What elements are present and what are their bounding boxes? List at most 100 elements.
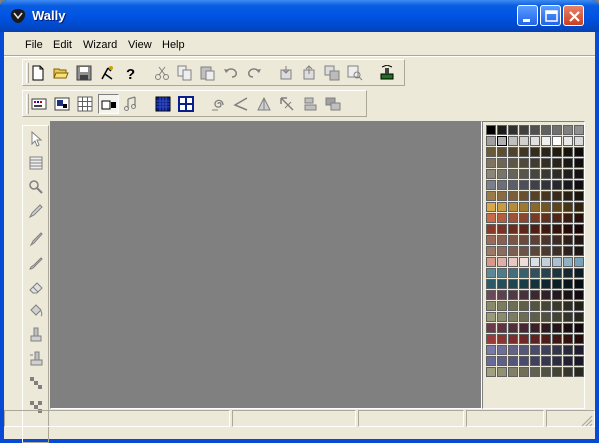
brush-tool-button[interactable] [26,253,46,273]
palette-swatch[interactable] [552,246,562,256]
palette-swatch[interactable] [563,202,573,212]
palette-swatch[interactable] [530,367,540,377]
palette-swatch[interactable] [574,290,584,300]
palette-swatch[interactable] [497,312,507,322]
palette-swatch[interactable] [574,356,584,366]
palette-swatch[interactable] [563,136,573,146]
palette-swatch[interactable] [486,312,496,322]
palette-swatch[interactable] [508,180,518,190]
palette-swatch[interactable] [508,268,518,278]
preview-button[interactable] [345,63,366,83]
palette-swatch[interactable] [486,323,496,333]
redo-button[interactable] [244,63,265,83]
palette-swatch[interactable] [508,125,518,135]
palette-swatch[interactable] [508,235,518,245]
grid-view-button[interactable] [75,94,96,114]
align-button[interactable] [300,94,321,114]
palette-swatch[interactable] [552,356,562,366]
palette-swatch[interactable] [497,301,507,311]
save-button[interactable] [74,63,95,83]
palette-swatch[interactable] [552,301,562,311]
fill-grid-button[interactable] [153,94,174,114]
palette-swatch[interactable] [508,191,518,201]
palette-swatch[interactable] [574,279,584,289]
palette-swatch[interactable] [541,334,551,344]
palette-swatch[interactable] [508,279,518,289]
palette-swatch[interactable] [508,290,518,300]
palette-swatch[interactable] [541,147,551,157]
palette-swatch[interactable] [519,257,529,267]
pen-tool-button[interactable] [26,229,46,249]
palette-swatch[interactable] [541,246,551,256]
palette-swatch[interactable] [519,290,529,300]
palette-swatch[interactable] [497,180,507,190]
palette-swatch[interactable] [574,345,584,355]
palette-swatch[interactable] [563,169,573,179]
palette-swatch[interactable] [486,213,496,223]
palette-swatch[interactable] [497,334,507,344]
pencil-tool-button[interactable] [26,201,46,221]
palette-swatch[interactable] [563,301,573,311]
palette-swatch[interactable] [563,191,573,201]
palette-swatch[interactable] [563,268,573,278]
palette-swatch[interactable] [574,334,584,344]
palette-swatch[interactable] [530,180,540,190]
grid-tool-button[interactable] [26,153,46,173]
pointer-tool-button[interactable] [26,129,46,149]
palette-swatch[interactable] [497,290,507,300]
palette-swatch[interactable] [519,367,529,377]
resize-grip-icon[interactable] [581,415,593,427]
palette-swatch[interactable] [574,246,584,256]
palette-swatch[interactable] [519,147,529,157]
palette-swatch[interactable] [519,334,529,344]
palette-swatch[interactable] [541,268,551,278]
palette-swatch[interactable] [552,235,562,245]
palette-swatch[interactable] [497,345,507,355]
palette-swatch[interactable] [541,235,551,245]
palette-swatch[interactable] [530,169,540,179]
palette-swatch[interactable] [552,191,562,201]
palette-swatch[interactable] [486,279,496,289]
palette-swatch[interactable] [563,290,573,300]
dither-tool-button[interactable] [26,373,46,393]
menu-file[interactable]: File [25,39,43,51]
maximize-button[interactable] [540,5,561,26]
export-button[interactable] [299,63,320,83]
palette-swatch[interactable] [519,224,529,234]
palette-swatch[interactable] [530,246,540,256]
palette-swatch[interactable] [541,136,551,146]
palette-swatch[interactable] [497,257,507,267]
palette-swatch[interactable] [530,290,540,300]
palette-swatch[interactable] [552,136,562,146]
palette-swatch[interactable] [574,191,584,201]
palette-swatch[interactable] [508,323,518,333]
palette-swatch[interactable] [563,180,573,190]
shape-button[interactable] [254,94,275,114]
palette-swatch[interactable] [519,268,529,278]
palette-swatch[interactable] [541,125,551,135]
palette-swatch[interactable] [497,235,507,245]
palette-swatch[interactable] [486,268,496,278]
palette-swatch[interactable] [486,202,496,212]
palette-swatch[interactable] [497,169,507,179]
palette-swatch[interactable] [519,345,529,355]
palette-swatch[interactable] [563,323,573,333]
palette-swatch[interactable] [519,312,529,322]
palette-swatch[interactable] [497,191,507,201]
arrow-button[interactable] [277,94,298,114]
palette-swatch[interactable] [508,169,518,179]
minimize-button[interactable] [517,5,538,26]
palette-swatch[interactable] [508,356,518,366]
new-button[interactable] [28,63,49,83]
palette-swatch[interactable] [574,367,584,377]
palette-swatch[interactable] [486,301,496,311]
menu-help[interactable]: Help [162,39,185,51]
palette-swatch[interactable] [508,202,518,212]
palette-swatch[interactable] [486,235,496,245]
undo-button[interactable] [221,63,242,83]
palette-swatch[interactable] [486,246,496,256]
palette-swatch[interactable] [530,334,540,344]
palette-swatch[interactable] [574,147,584,157]
palette-swatch[interactable] [508,301,518,311]
palette-swatch[interactable] [530,312,540,322]
